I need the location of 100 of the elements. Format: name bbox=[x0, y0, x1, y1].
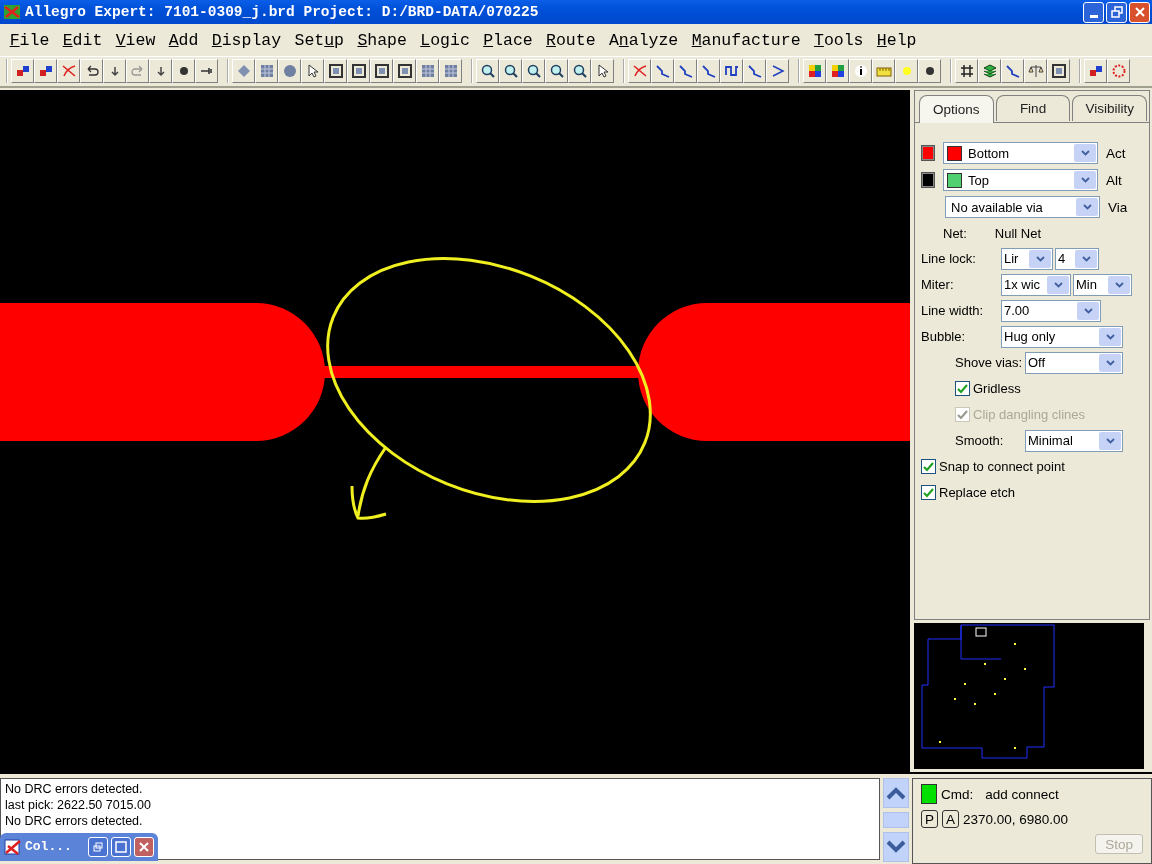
zoom-icon bbox=[502, 63, 519, 80]
frame-icon bbox=[1050, 63, 1067, 80]
menu-item[interactable]: View bbox=[109, 30, 162, 50]
toolbar-button[interactable] bbox=[301, 59, 324, 84]
console-line: No DRC errors detected. bbox=[5, 813, 144, 829]
line-icon bbox=[677, 63, 694, 80]
menu-item[interactable]: File bbox=[3, 30, 56, 50]
toolbar-button[interactable] bbox=[522, 59, 545, 84]
toolbar-button[interactable] bbox=[955, 59, 978, 84]
option-label: Line lock: bbox=[921, 251, 977, 266]
toolbar-button[interactable] bbox=[195, 59, 218, 84]
circle-icon bbox=[281, 63, 298, 80]
menu-item[interactable]: Display bbox=[205, 30, 288, 50]
chevron-down-icon bbox=[1105, 437, 1115, 444]
menu-item[interactable]: Analyze bbox=[602, 30, 685, 50]
palette-icon bbox=[806, 63, 823, 80]
toolbar-button[interactable] bbox=[803, 59, 826, 84]
close-button[interactable] bbox=[1129, 1, 1150, 23]
minimize-icon bbox=[1089, 14, 1098, 18]
layer-dropdown[interactable]: Top bbox=[943, 169, 1098, 191]
palette-icon bbox=[829, 63, 846, 80]
chevron-down-icon bbox=[1105, 333, 1115, 340]
menu-item[interactable]: Place bbox=[476, 30, 540, 50]
toolbar-button[interactable] bbox=[1047, 59, 1070, 84]
layers-icon bbox=[981, 63, 998, 80]
menu-item[interactable]: Manufacture bbox=[684, 30, 808, 50]
layer-role: Alt bbox=[1106, 172, 1122, 188]
dropdown[interactable]: 7.00 bbox=[1001, 299, 1101, 322]
minimized-window[interactable]: Col... bbox=[0, 833, 158, 861]
via-dropdown[interactable]: No available via bbox=[945, 196, 1100, 218]
grid-lines-icon bbox=[958, 63, 975, 80]
toolbar-button[interactable] bbox=[1001, 59, 1024, 84]
toolbar-button[interactable] bbox=[1084, 59, 1107, 84]
checkbox[interactable] bbox=[921, 485, 936, 500]
toolbar-button[interactable] bbox=[34, 59, 57, 84]
mode-button[interactable]: A bbox=[942, 810, 960, 828]
chevron-down-icon bbox=[1114, 281, 1124, 288]
menu-item[interactable]: Setup bbox=[287, 30, 351, 50]
toolbar-button[interactable] bbox=[697, 59, 720, 84]
toolbar-button[interactable] bbox=[476, 59, 499, 84]
menu-item[interactable]: Tools bbox=[807, 30, 871, 50]
maximize-icon bbox=[115, 841, 127, 853]
toolbar-button[interactable] bbox=[766, 59, 789, 84]
dropdown[interactable]: 4 bbox=[1055, 247, 1099, 270]
panel-tab[interactable]: Find bbox=[995, 95, 1071, 121]
close-button[interactable] bbox=[134, 837, 154, 857]
toolbar-button[interactable] bbox=[11, 59, 34, 84]
checkbox-label: Replace etch bbox=[939, 485, 1015, 500]
menu-item[interactable]: Logic bbox=[413, 30, 477, 50]
dropdown[interactable]: Minimal bbox=[1025, 429, 1123, 452]
toolbar-button[interactable] bbox=[918, 59, 941, 84]
option-label: Bubble: bbox=[921, 329, 967, 344]
mode-button[interactable]: P bbox=[921, 810, 938, 828]
line-icon bbox=[654, 63, 671, 80]
toolbar-button[interactable] bbox=[568, 59, 591, 84]
toolbar-button[interactable] bbox=[720, 59, 743, 84]
dropdown[interactable]: Off bbox=[1025, 351, 1123, 374]
toolbar-button[interactable] bbox=[80, 59, 103, 84]
toolbar-button[interactable] bbox=[1024, 59, 1047, 84]
toolbar-button[interactable] bbox=[370, 59, 393, 84]
toolbar-button[interactable] bbox=[324, 59, 347, 84]
toolbar-button[interactable] bbox=[849, 59, 872, 84]
dropdown[interactable]: 1x wic bbox=[1001, 273, 1071, 296]
scroll-up-button[interactable] bbox=[883, 778, 909, 808]
toolbar-button[interactable] bbox=[591, 59, 614, 84]
dropdown[interactable]: Lir bbox=[1001, 247, 1053, 270]
menu-item[interactable]: Help bbox=[870, 30, 924, 50]
grid-icon bbox=[442, 63, 459, 80]
scroll-thumb[interactable] bbox=[883, 812, 909, 828]
restore-button[interactable] bbox=[88, 837, 108, 857]
toolbar-button[interactable] bbox=[674, 59, 697, 84]
toolbar-button[interactable] bbox=[499, 59, 522, 84]
toolbar-button[interactable] bbox=[978, 59, 1001, 84]
maximize-button[interactable] bbox=[111, 837, 131, 857]
design-canvas[interactable] bbox=[0, 90, 910, 772]
menu-item[interactable]: Add bbox=[162, 30, 206, 50]
dropdown[interactable]: Min bbox=[1073, 273, 1132, 296]
chevron-down-icon bbox=[1035, 255, 1045, 262]
toolbar-button[interactable] bbox=[393, 59, 416, 84]
toolbar-button[interactable] bbox=[172, 59, 195, 84]
toolbar-button[interactable] bbox=[545, 59, 568, 84]
dropdown[interactable]: Hug only bbox=[1001, 325, 1123, 348]
toolbar-button[interactable] bbox=[826, 59, 849, 84]
panel-tab[interactable]: Options bbox=[919, 95, 994, 123]
menu-item[interactable]: Shape bbox=[350, 30, 414, 50]
cross-icon bbox=[631, 63, 648, 80]
menu-item[interactable]: Edit bbox=[56, 30, 109, 50]
checkbox[interactable] bbox=[955, 381, 970, 396]
minimize-button[interactable] bbox=[1083, 1, 1104, 23]
toolbar-button[interactable] bbox=[743, 59, 766, 84]
checkmark-icon bbox=[957, 409, 968, 420]
chevron-down-icon bbox=[1105, 359, 1115, 366]
restore-button[interactable] bbox=[1106, 1, 1127, 23]
toolbar-button[interactable] bbox=[347, 59, 370, 84]
layer-dropdown[interactable]: Bottom bbox=[943, 142, 1098, 164]
menu-item[interactable]: Route bbox=[539, 30, 603, 50]
toolbar-button[interactable] bbox=[651, 59, 674, 84]
panel-tab[interactable]: Visibility bbox=[1072, 95, 1147, 121]
checkbox[interactable] bbox=[921, 459, 936, 474]
scroll-down-button[interactable] bbox=[883, 832, 909, 862]
